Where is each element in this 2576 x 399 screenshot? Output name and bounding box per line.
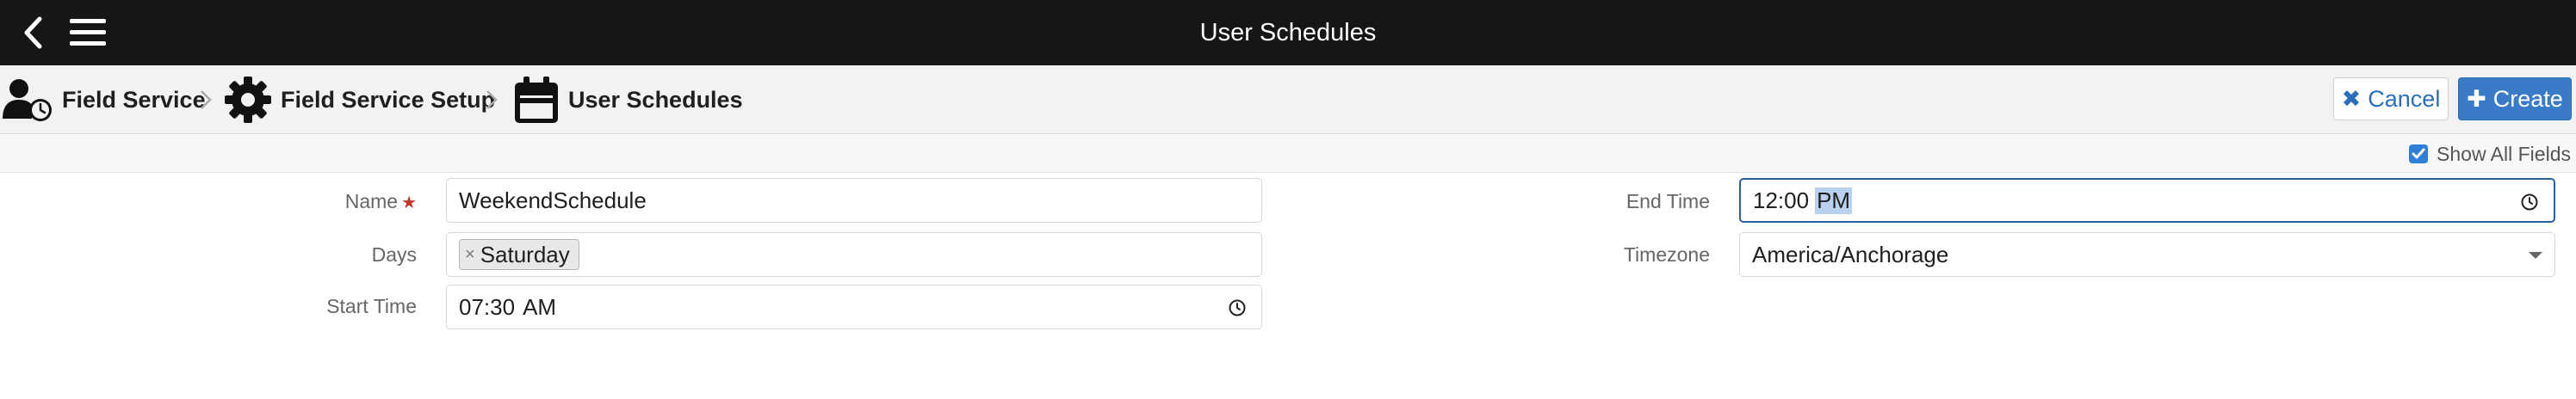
menu-button[interactable]: [67, 12, 108, 53]
chevron-right-icon: [201, 90, 212, 109]
days-field-label: Days: [371, 243, 417, 266]
start-time-field-label: Start Time: [326, 295, 417, 317]
show-all-fields-checkbox[interactable]: [2409, 144, 2429, 163]
create-button[interactable]: ✚ Create: [2458, 77, 2572, 120]
breadcrumb-label: Field Service Setup: [281, 86, 496, 113]
check-icon: [2412, 148, 2425, 159]
end-time-input[interactable]: 12:00 PM: [1739, 178, 2555, 223]
days-multiselect[interactable]: × Saturday: [446, 232, 1262, 277]
remove-tag-icon[interactable]: ×: [465, 245, 475, 265]
timezone-field-label: Timezone: [1623, 243, 1710, 266]
required-marker: ★: [401, 193, 417, 212]
breadcrumb-label: User Schedules: [568, 86, 743, 113]
title-bar: User Schedules: [0, 0, 2576, 65]
options-row: Show All Fields: [0, 135, 2576, 173]
start-time-input[interactable]: 07:30 AM: [446, 285, 1262, 329]
name-value: WeekendSchedule: [459, 187, 647, 213]
day-tag: × Saturday: [459, 239, 579, 270]
start-time-ampm: AM: [523, 293, 557, 320]
chevron-right-icon: [486, 90, 498, 109]
breadcrumb-item-user-schedules[interactable]: User Schedules: [513, 65, 743, 134]
show-all-fields-label: Show All Fields: [2437, 142, 2571, 165]
clock-icon[interactable]: [1229, 299, 1246, 316]
name-label-text: Name: [344, 190, 399, 212]
chevron-down-icon: [2529, 252, 2542, 259]
breadcrumb-bar: Field Service Field Service Setup User S…: [0, 65, 2576, 134]
cancel-button[interactable]: ✖ Cancel: [2333, 77, 2449, 120]
create-label: Create: [2492, 85, 2563, 112]
name-field-label: Name ★: [345, 190, 417, 213]
clock-icon[interactable]: [2521, 193, 2538, 211]
user-clock-icon: [3, 79, 52, 121]
name-input[interactable]: WeekendSchedule: [446, 178, 1262, 223]
gear-icon: [225, 77, 271, 123]
back-button[interactable]: [12, 12, 53, 53]
calendar-icon: [515, 77, 558, 123]
plus-icon: ✚: [2467, 85, 2486, 112]
breadcrumb-label: Field Service: [62, 86, 206, 113]
timezone-value: America/Anchorage: [1752, 241, 1949, 267]
timezone-select[interactable]: America/Anchorage: [1739, 232, 2555, 277]
show-all-fields-toggle[interactable]: Show All Fields: [2409, 140, 2571, 168]
end-time-hour-min: 12:00: [1753, 187, 1810, 213]
end-time-field-label: End Time: [1625, 190, 1710, 212]
breadcrumb-item-field-service[interactable]: Field Service: [2, 65, 206, 134]
day-tag-label: Saturday: [480, 241, 570, 267]
cancel-label: Cancel: [2368, 85, 2441, 112]
end-time-ampm: PM: [1815, 187, 1853, 214]
hamburger-icon: [70, 19, 106, 46]
start-time-hour-min: 07:30: [459, 293, 516, 320]
page-title: User Schedules: [1199, 19, 1377, 46]
breadcrumb-item-field-service-setup[interactable]: Field Service Setup: [224, 65, 495, 134]
close-icon: ✖: [2341, 85, 2362, 112]
chevron-left-icon: [24, 16, 42, 49]
